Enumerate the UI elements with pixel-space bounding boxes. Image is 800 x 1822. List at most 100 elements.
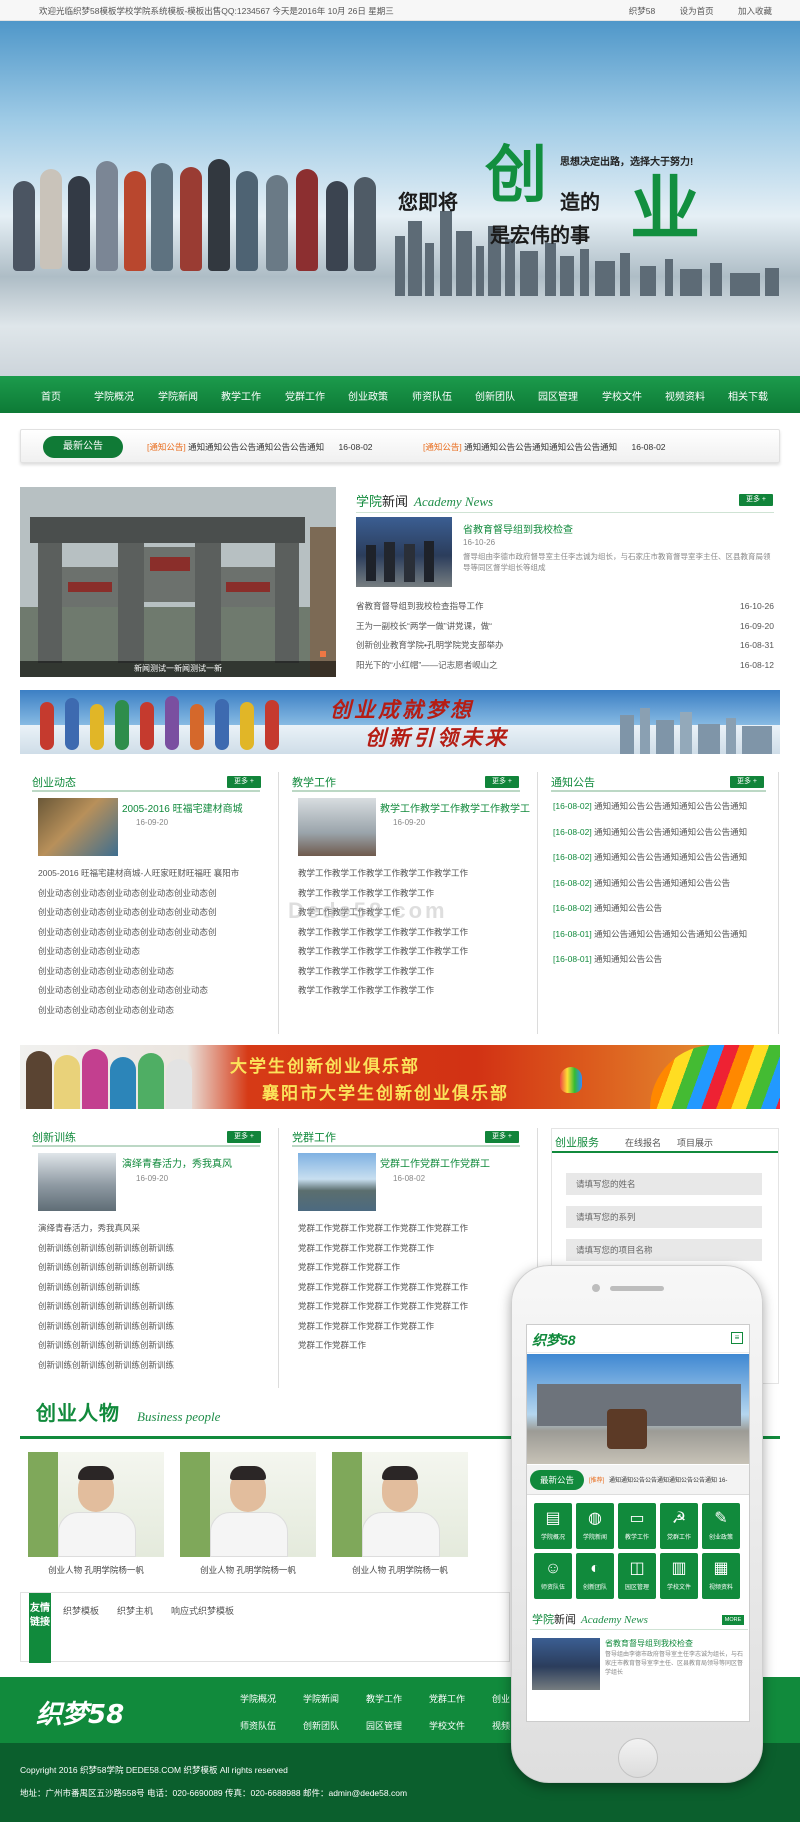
nav-item-park[interactable]: 园区管理 <box>538 388 578 403</box>
person-photo[interactable] <box>28 1452 164 1557</box>
list-item[interactable]: [16-08-02] 通知通知公告公告通知通知公告公告通知 <box>553 796 768 822</box>
nav-item-about[interactable]: 学院概况 <box>94 388 134 403</box>
nav-item-teaching[interactable]: 教学工作 <box>221 388 261 403</box>
list-item[interactable]: 创业动态创业动态创业动态创业动态创业动态创 <box>38 923 260 943</box>
list-item[interactable]: 教学工作教学工作教学工作教学工作教学工作 <box>298 864 518 884</box>
friend-link[interactable]: 织梦主机 <box>117 1604 153 1617</box>
nav-item-downloads[interactable]: 相关下载 <box>728 388 768 403</box>
col-teaching-more-button[interactable]: 更多 + <box>485 776 519 788</box>
col-party-featured-title[interactable]: 党群工作党群工作党群工 <box>380 1155 490 1170</box>
phone-tile-party[interactable]: ☭ 党群工作 <box>660 1503 698 1549</box>
list-item[interactable]: 创新训练创新训练创新训练创新训练 <box>38 1336 260 1356</box>
person-photo[interactable] <box>332 1452 468 1557</box>
name-field[interactable]: 请填写您的姓名 <box>566 1173 762 1195</box>
col-teaching-featured-title[interactable]: 教学工作教学工作教学工作教学工 <box>380 800 530 815</box>
list-item[interactable]: 教学工作教学工作教学工作教学工作 <box>298 962 518 982</box>
col-startup-featured-title[interactable]: 2005-2016 旺福宅建材商城 <box>122 800 243 815</box>
nav-item-teams[interactable]: 创新团队 <box>475 388 515 403</box>
person-name[interactable]: 创业人物 孔明学院杨一帆 <box>26 1564 166 1576</box>
list-item[interactable]: 创业动态创业动态创业动态 <box>38 942 260 962</box>
top-link-favorite[interactable]: 加入收藏 <box>738 6 772 16</box>
series-field[interactable]: 请填写您的系列 <box>566 1206 762 1228</box>
footer-link[interactable]: 园区管理 <box>366 1719 402 1732</box>
footer-link[interactable]: 教学工作 <box>366 1692 402 1705</box>
nav-item-videos[interactable]: 视频资料 <box>665 388 705 403</box>
slide-indicator[interactable] <box>320 651 326 657</box>
list-item[interactable]: 党群工作党群工作党群工作党群工作 <box>298 1239 518 1259</box>
person-photo[interactable] <box>180 1452 316 1557</box>
list-item[interactable]: 创业动态创业动态创业动态创业动态 <box>38 962 260 982</box>
nav-item-policy[interactable]: 创业政策 <box>348 388 388 403</box>
nav-item-home[interactable]: 首页 <box>41 388 61 403</box>
phone-tile-policy[interactable]: ✎ 创业政策 <box>702 1503 740 1549</box>
phone-tile-news[interactable]: ◍ 学院新闻 <box>576 1503 614 1549</box>
phone-news-item-title[interactable]: 省教育督导组到我校检查 <box>605 1638 693 1649</box>
tab-projects[interactable]: 项目展示 <box>677 1136 713 1149</box>
col-startup-more-button[interactable]: 更多 + <box>227 776 261 788</box>
list-item[interactable]: 创新训练创新训练创新训练 <box>38 1278 260 1298</box>
list-item[interactable]: 创新训练创新训练创新训练创新训练 <box>38 1317 260 1337</box>
notice-item-2[interactable]: [通知公告] 通知通知公告公告通知通知公告公告通知 16-08-02 <box>423 441 666 453</box>
footer-link[interactable]: 党群工作 <box>429 1692 465 1705</box>
phone-menu-icon[interactable]: ≡ <box>731 1332 743 1344</box>
list-item[interactable]: 2005-2016 旺福宅建材商城-人旺家旺财旺福旺 襄阳市 <box>38 864 260 884</box>
col-party-featured-image[interactable] <box>298 1153 376 1211</box>
footer-link[interactable]: 师资队伍 <box>240 1719 276 1732</box>
person-name[interactable]: 创业人物 孔明学院杨一帆 <box>178 1564 318 1576</box>
footer-link[interactable]: 视频 <box>492 1719 510 1732</box>
list-item[interactable]: 党群工作党群工作党群工作党群工作 <box>298 1317 518 1337</box>
col-training-featured-image[interactable] <box>38 1153 116 1211</box>
phone-home-button[interactable] <box>618 1738 658 1778</box>
list-item[interactable]: 创业动态创业动态创业动态创业动态创业动态 <box>38 981 260 1001</box>
list-item[interactable]: 创新训练创新训练创新训练创新训练 <box>38 1297 260 1317</box>
tab-signup[interactable]: 在线报名 <box>625 1136 661 1149</box>
list-item[interactable]: 省教育督导组到我校检查指导工作 16-10-26 <box>356 597 774 617</box>
phone-tile-videos[interactable]: ▦ 视频资料 <box>702 1553 740 1599</box>
list-item[interactable]: 教学工作教学工作教学工作教学工作教学工作 <box>298 942 518 962</box>
list-item[interactable]: [16-08-01] 通知通知公告公告 <box>553 949 768 975</box>
list-item[interactable]: [16-08-02] 通知通知公告公告通知通知公告公告 <box>553 873 768 899</box>
phone-tile-teaching[interactable]: ▭ 教学工作 <box>618 1503 656 1549</box>
footer-link[interactable]: 创业 <box>492 1692 510 1705</box>
list-item[interactable]: 党群工作党群工作党群工作党群工作党群工作 <box>298 1297 518 1317</box>
academy-news-featured-title[interactable]: 省教育督导组到我校检查 <box>463 521 573 536</box>
list-item[interactable]: [16-08-02] 通知通知公告公告通知通知公告公告通知 <box>553 822 768 848</box>
footer-link[interactable]: 创新团队 <box>303 1719 339 1732</box>
academy-news-more-button[interactable]: 更多 + <box>739 494 773 506</box>
phone-tile-about[interactable]: ▤ 学院概况 <box>534 1503 572 1549</box>
phone-tile-faculty[interactable]: ☺ 师资队伍 <box>534 1553 572 1599</box>
phone-tile-park[interactable]: ◫ 园区管理 <box>618 1553 656 1599</box>
phone-tile-files[interactable]: ▥ 学校文件 <box>660 1553 698 1599</box>
phone-logo[interactable]: 织梦58 <box>532 1330 576 1350</box>
phone-news-image[interactable] <box>532 1638 600 1690</box>
top-link-set-home[interactable]: 设为首页 <box>680 6 714 16</box>
footer-link[interactable]: 学院新闻 <box>303 1692 339 1705</box>
list-item[interactable]: [16-08-02] 通知通知公告公告 <box>553 898 768 924</box>
footer-logo[interactable]: 织梦58 <box>36 1694 124 1731</box>
col-teaching-featured-image[interactable] <box>298 798 376 856</box>
list-item[interactable]: 党群工作党群工作党群工作党群工作党群工作 <box>298 1278 518 1298</box>
notice-item-1[interactable]: [通知公告] 通知通知公告公告通知公告公告通知 16-08-02 <box>147 441 373 453</box>
col-training-featured-title[interactable]: 演绎青春活力，秀我真风 <box>122 1155 232 1170</box>
list-item[interactable]: [16-08-02] 通知通知公告公告通知通知公告公告通知 <box>553 847 768 873</box>
nav-item-files[interactable]: 学校文件 <box>602 388 642 403</box>
project-name-field[interactable]: 请填写您的项目名称 <box>566 1239 762 1261</box>
col-training-more-button[interactable]: 更多 + <box>227 1131 261 1143</box>
list-item[interactable]: 王为一副校长“两学一做”讲党课，做“ 16-09-20 <box>356 617 774 637</box>
friend-link[interactable]: 织梦模板 <box>63 1604 99 1617</box>
phone-more-button[interactable]: MORE <box>722 1615 744 1625</box>
nav-item-news[interactable]: 学院新闻 <box>158 388 198 403</box>
list-item[interactable]: 教学工作教学工作教学工作教学工作 <box>298 981 518 1001</box>
list-item[interactable]: 创业动态创业动态创业动态创业动态创业动态创 <box>38 884 260 904</box>
promo-banner-2[interactable]: 大学生创新创业俱乐部 襄阳市大学生创新创业俱乐部 <box>20 1045 780 1109</box>
nav-item-party[interactable]: 党群工作 <box>285 388 325 403</box>
list-item[interactable]: 创新创业教育学院•孔明学院党支部举办 16-08-31 <box>356 636 774 656</box>
phone-notice-text[interactable]: 通知通知公告公告通知通知公告公告通知 16- <box>609 1475 727 1484</box>
top-link-home[interactable]: 织梦58 <box>629 6 655 16</box>
list-item[interactable]: 创业动态创业动态创业动态创业动态 <box>38 1001 260 1021</box>
list-item[interactable]: 创新训练创新训练创新训练创新训练 <box>38 1239 260 1259</box>
list-item[interactable]: 党群工作党群工作党群工作 <box>298 1258 518 1278</box>
list-item[interactable]: 创新训练创新训练创新训练创新训练 <box>38 1258 260 1278</box>
col-startup-featured-image[interactable] <box>38 798 118 856</box>
footer-link[interactable]: 学校文件 <box>429 1719 465 1732</box>
